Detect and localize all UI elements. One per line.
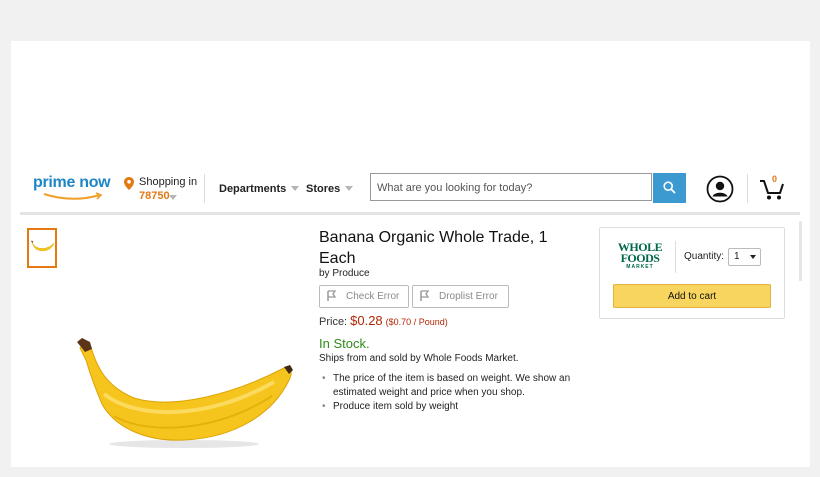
search-box bbox=[370, 173, 652, 201]
check-error-label: Check Error bbox=[346, 291, 400, 302]
banana-image bbox=[77, 338, 293, 448]
stock-status: In Stock. bbox=[319, 336, 370, 351]
quantity-label: Quantity: bbox=[684, 251, 725, 262]
add-to-cart-button[interactable]: Add to cart bbox=[613, 284, 771, 308]
quantity-value: 1 bbox=[734, 251, 740, 262]
chevron-down-icon bbox=[345, 185, 354, 191]
price-label: Price: bbox=[319, 316, 348, 328]
product-bullets: The price of the item is based on weight… bbox=[321, 372, 583, 414]
map-pin-icon bbox=[124, 177, 134, 190]
search-icon bbox=[663, 181, 676, 194]
logo-text: prime now bbox=[33, 174, 111, 191]
whole-foods-logo: WHOLE FOODS MARKET bbox=[616, 241, 664, 271]
droplist-error-label: Droplist Error bbox=[439, 291, 498, 302]
header-divider bbox=[20, 212, 800, 215]
list-item: The price of the item is based on weight… bbox=[321, 372, 583, 400]
product-byline: by Produce bbox=[319, 268, 370, 279]
logo-line: FOODS bbox=[620, 251, 660, 265]
zip-code: 78750 bbox=[139, 190, 170, 202]
flag-icon bbox=[327, 290, 337, 301]
shopping-location[interactable]: Shopping in 78750 bbox=[124, 176, 214, 206]
list-item: Produce item sold by weight bbox=[321, 400, 583, 414]
buy-box: WHOLE FOODS MARKET Quantity: 1 Add to ca… bbox=[599, 227, 785, 319]
search-input[interactable] bbox=[375, 175, 649, 201]
flag-icon bbox=[420, 290, 430, 301]
divider bbox=[204, 174, 205, 203]
price-line: Price: $0.28 ($0.70 / Pound) bbox=[319, 313, 448, 328]
chevron-down-icon bbox=[750, 255, 756, 259]
account-button[interactable] bbox=[706, 175, 734, 208]
nav-departments-label: Departments bbox=[219, 183, 287, 195]
droplist-error-button[interactable]: Droplist Error bbox=[412, 285, 509, 308]
divider bbox=[747, 174, 748, 203]
product-image bbox=[74, 334, 294, 457]
nav-departments[interactable]: Departments bbox=[219, 183, 300, 195]
location-label: Shopping in bbox=[139, 176, 198, 188]
prime-now-logo[interactable]: prime now bbox=[32, 174, 118, 206]
scrollbar[interactable] bbox=[799, 221, 802, 281]
cart-icon bbox=[760, 180, 784, 200]
chevron-down-icon bbox=[291, 185, 300, 191]
quantity-select[interactable]: 1 bbox=[728, 248, 761, 266]
account-icon bbox=[706, 175, 734, 203]
nav-stores-label: Stores bbox=[306, 183, 341, 195]
chevron-down-icon bbox=[169, 195, 177, 200]
product-title: Banana Organic Whole Trade, 1 Each bbox=[319, 229, 548, 267]
smile-arrow-icon bbox=[43, 192, 103, 200]
divider bbox=[675, 241, 676, 273]
unit-price: ($0.70 / Pound) bbox=[385, 317, 448, 327]
banana-thumbnail-image bbox=[31, 240, 55, 251]
cart-button[interactable]: 0 bbox=[759, 173, 789, 203]
product-thumbnail[interactable] bbox=[27, 228, 57, 268]
nav-stores[interactable]: Stores bbox=[306, 183, 354, 195]
check-error-button[interactable]: Check Error bbox=[319, 285, 409, 308]
page: prime now Shopping in 78750 Departments … bbox=[11, 41, 810, 467]
price-value: $0.28 bbox=[350, 313, 383, 328]
ships-from: Ships from and sold by Whole Foods Marke… bbox=[319, 353, 519, 364]
search-button[interactable] bbox=[653, 173, 686, 203]
logo-line: MARKET bbox=[626, 264, 654, 270]
